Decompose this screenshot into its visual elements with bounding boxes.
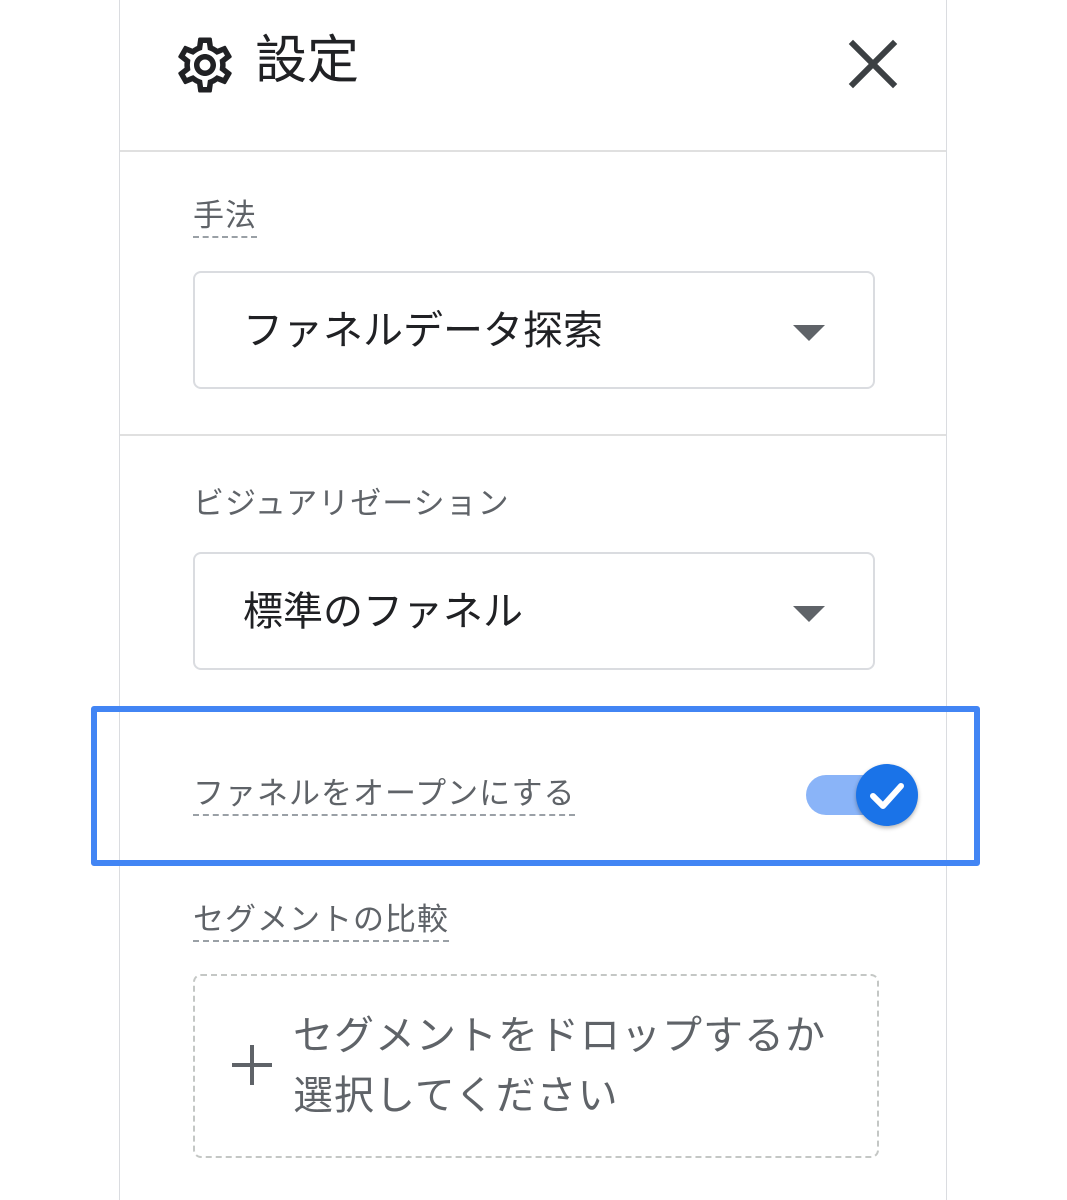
open-funnel-toggle[interactable]: [806, 764, 920, 828]
panel-header: 設定: [120, 0, 946, 152]
dropdown-arrow-icon: [793, 606, 825, 622]
technique-label: 手法: [193, 196, 257, 238]
panel-title: 設定: [255, 31, 360, 91]
check-icon: [870, 783, 904, 809]
dropzone-text: セグメントをドロップするか選択してください: [293, 1013, 826, 1119]
segment-dropzone[interactable]: セグメントをドロップするか選択してください: [193, 974, 879, 1158]
settings-panel: 設定 手法 ファネルデータ探索 ビジュアリゼーション 標準のファネル ファネルを…: [119, 0, 947, 1200]
technique-label-text: 手法: [193, 198, 257, 238]
segment-comparison-label-text: セグメントの比較: [193, 902, 449, 942]
open-funnel-label: ファネルをオープンにする: [193, 774, 576, 816]
gear-icon: [178, 37, 232, 93]
visualization-label: ビジュアリゼーション: [193, 486, 510, 522]
visualization-select[interactable]: 標準のファネル: [193, 552, 875, 670]
dropdown-arrow-icon: [793, 325, 825, 341]
technique-select[interactable]: ファネルデータ探索: [193, 271, 875, 389]
segment-comparison-label: セグメントの比較: [193, 900, 449, 942]
toggle-thumb: [856, 764, 918, 826]
open-funnel-label-text: ファネルをオープンにする: [193, 776, 576, 816]
technique-selected-value: ファネルデータ探索: [243, 308, 603, 354]
close-icon[interactable]: [845, 36, 901, 92]
plus-icon: [232, 1045, 272, 1085]
section-divider: [120, 434, 946, 436]
visualization-selected-value: 標準のファネル: [243, 589, 523, 635]
